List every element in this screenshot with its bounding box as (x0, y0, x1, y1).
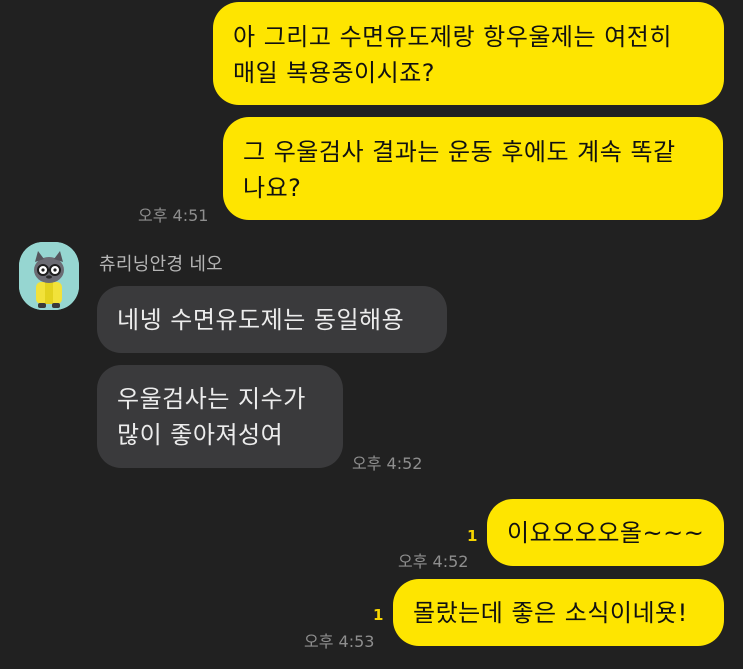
message-timestamp: 오후 4:53 (304, 632, 375, 651)
message-text-line: 그 우울검사 결과는 운동 후에도 계속 똑같 (243, 138, 676, 166)
received-message-bubble[interactable]: 네넹 수면유도제는 동일해용 (97, 286, 447, 353)
received-message-bubble[interactable]: 우울검사는 지수가 많이 좋아져성여 (97, 365, 343, 468)
neo-character-avatar[interactable] (19, 242, 79, 310)
my-message-bubble[interactable]: 아 그리고 수면유도제랑 항우울제는 여전히 매일 복용중이시죠? (213, 2, 724, 105)
message-timestamp: 오후 4:52 (352, 454, 423, 473)
message-timestamp: 오후 4:52 (398, 552, 469, 571)
neo-character-icon (19, 242, 79, 310)
unread-count: 1 (373, 606, 384, 624)
message-text-line: 이요오오오올~~~ (507, 519, 705, 547)
sender-name: 츄리닝안경 네오 (99, 254, 224, 275)
my-message-bubble[interactable]: 이요오오오올~~~ (487, 499, 724, 566)
message-text-line: 나요? (243, 174, 302, 202)
message-text-line: 아 그리고 수면유도제랑 항우울제는 여전히 (233, 23, 672, 51)
chat-room: 아 그리고 수면유도제랑 항우울제는 여전히 매일 복용중이시죠? 그 우울검사… (0, 0, 743, 669)
message-text-line: 우울검사는 지수가 (117, 385, 306, 413)
unread-count: 1 (467, 527, 478, 545)
my-message-bubble[interactable]: 그 우울검사 결과는 운동 후에도 계속 똑같 나요? (223, 117, 723, 220)
message-text-line: 네넹 수면유도제는 동일해용 (117, 306, 405, 334)
message-text-line: 매일 복용중이시죠? (233, 59, 436, 87)
message-timestamp: 오후 4:51 (138, 206, 209, 225)
message-text-line: 많이 좋아져성여 (117, 421, 284, 449)
my-message-bubble[interactable]: 몰랐는데 좋은 소식이네욧! (393, 579, 724, 646)
message-text-line: 몰랐는데 좋은 소식이네욧! (413, 599, 688, 627)
